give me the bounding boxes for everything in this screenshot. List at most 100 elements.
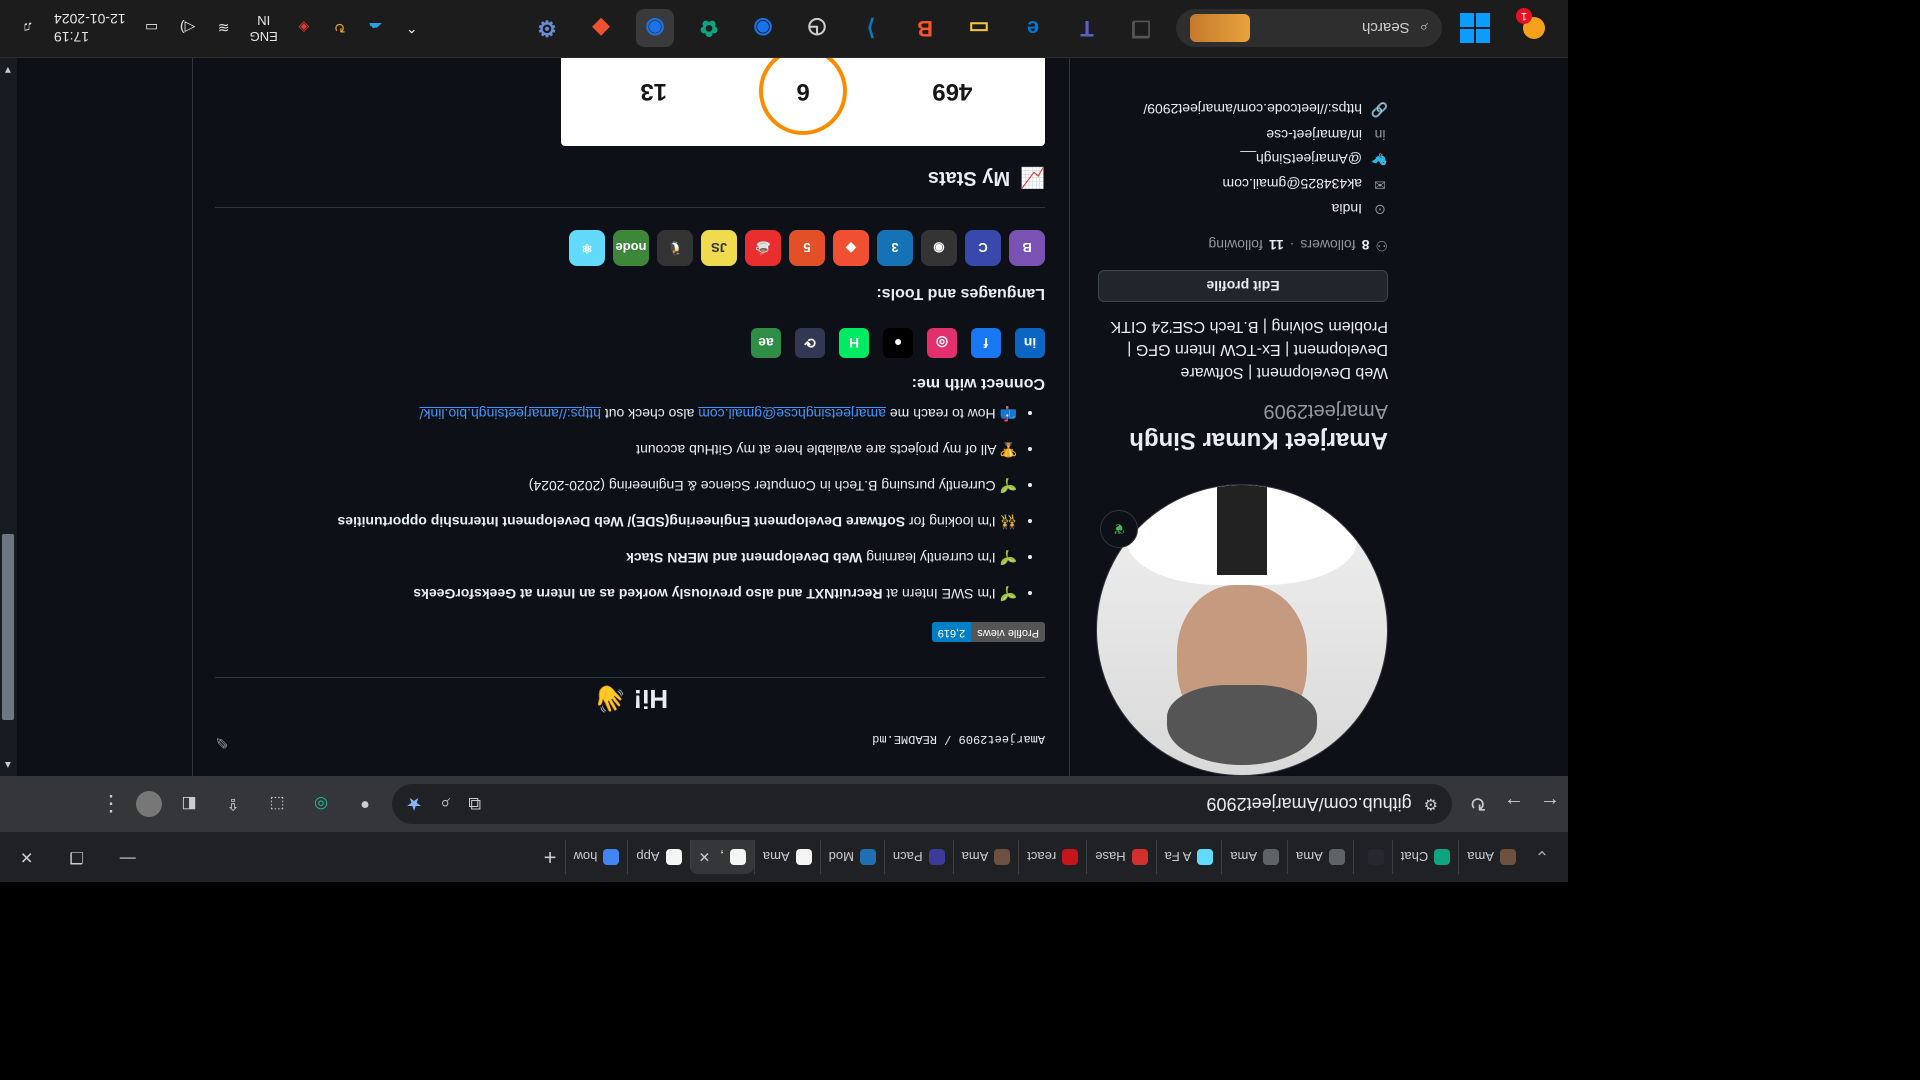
settings-app[interactable]: ⚙ xyxy=(528,9,566,47)
file-explorer-app[interactable]: ▭ xyxy=(960,9,998,47)
readme-path[interactable]: Amarjeet2909 / README.md xyxy=(872,732,1045,746)
taskbar-search[interactable]: ⌕ Search xyxy=(1176,9,1442,47)
teams-app[interactable]: T xyxy=(1068,9,1106,47)
instagram-icon[interactable]: ◎ xyxy=(927,328,957,358)
hackerrank-icon[interactable]: H xyxy=(839,328,869,358)
share-icon[interactable]: ⇪ xyxy=(216,787,250,821)
following-count[interactable]: 11 xyxy=(1269,238,1284,254)
css3-icon[interactable]: 3 xyxy=(877,230,913,266)
scroll-down-arrow-icon[interactable]: ▼ xyxy=(3,64,13,75)
react-icon[interactable]: ⚛ xyxy=(569,230,605,266)
install-app-icon[interactable]: ⧉ xyxy=(468,794,481,815)
following-label[interactable]: following xyxy=(1208,238,1262,254)
battery-icon[interactable]: ▭ xyxy=(142,18,162,38)
git-app[interactable]: ◆ xyxy=(582,9,620,47)
browser-tab[interactable]: A Fa xyxy=(1155,840,1222,874)
reload-button[interactable]: ↻ xyxy=(1460,786,1496,822)
website-link[interactable]: https://leetcode.com/amarjeet2909/ xyxy=(1143,102,1362,118)
edit-profile-button[interactable]: Edit profile xyxy=(1098,270,1388,302)
restore-icon[interactable]: ❐ xyxy=(69,847,83,867)
linkedin-link[interactable]: in/amarjeet-cse xyxy=(1266,127,1362,143)
minimize-icon[interactable]: — xyxy=(120,847,136,867)
site-info-icon[interactable]: ⚙ xyxy=(1424,794,1438,814)
browser-tab[interactable]: , ✕ xyxy=(689,840,754,874)
extension-grammarly-icon[interactable]: ◎ xyxy=(304,787,338,821)
browser-tab[interactable]: Ama xyxy=(952,840,1019,874)
email-link[interactable]: amarjeetsinghcse@gmail.com xyxy=(698,406,886,422)
profile-avatar[interactable] xyxy=(1096,484,1388,776)
browser-tab[interactable]: Ama xyxy=(1287,840,1353,874)
chrome-app[interactable]: ◉ xyxy=(744,9,782,47)
followers-count[interactable]: 8 xyxy=(1362,238,1370,254)
tab-search-button[interactable]: ⌄ xyxy=(1524,839,1560,875)
tab-favicon-icon xyxy=(1367,849,1384,865)
start-button[interactable] xyxy=(1460,13,1490,43)
browser-tab[interactable]: Mod xyxy=(819,840,884,874)
vscode-app[interactable]: ⟩ xyxy=(852,9,890,47)
browser-tab[interactable]: react xyxy=(1018,840,1087,874)
bookmark-star-icon[interactable]: ★ xyxy=(406,794,422,815)
address-bar[interactable]: ⚙ github.com/Amarjeet2909 ⧉ ⌕ ★ xyxy=(392,784,1452,824)
browser-menu-icon[interactable]: ⋮ xyxy=(100,791,122,817)
extension-mic-icon[interactable]: ● xyxy=(348,787,382,821)
volume-icon[interactable]: ◁) xyxy=(178,18,198,38)
scroll-up-arrow-icon[interactable]: ▲ xyxy=(3,759,13,770)
edge-app[interactable]: e xyxy=(1014,9,1052,47)
chatgpt-app[interactable]: ✿ xyxy=(690,9,728,47)
nodejs-icon[interactable]: node xyxy=(613,230,649,266)
java-icon[interactable]: ☕ xyxy=(745,230,781,266)
language-indicator[interactable]: ENG IN xyxy=(250,12,278,44)
scrollbar-thumb[interactable] xyxy=(2,534,14,720)
c-icon[interactable]: C xyxy=(965,230,1001,266)
html5-icon[interactable]: 5 xyxy=(789,230,825,266)
browser-tab[interactable]: Ama xyxy=(1221,840,1288,874)
brave-app[interactable]: B xyxy=(906,9,944,47)
browser-tab[interactable]: Ama xyxy=(1458,840,1524,874)
sync-icon[interactable]: ↻ xyxy=(330,18,350,38)
github-icon[interactable]: ● xyxy=(883,328,913,358)
browser-tab[interactable]: Hase xyxy=(1086,840,1156,874)
bookmark-red-icon[interactable]: ◈ xyxy=(294,18,314,38)
facebook-icon[interactable]: f xyxy=(971,328,1001,358)
browser-tab[interactable]: Chat xyxy=(1391,840,1459,874)
javascript-icon[interactable]: JS xyxy=(701,230,737,266)
browser-tab[interactable] xyxy=(1352,840,1392,874)
profile-avatar-icon[interactable] xyxy=(136,791,162,817)
geeksforgeeks-icon[interactable]: ae xyxy=(751,328,781,358)
circleci-icon[interactable]: ◉ xyxy=(921,230,957,266)
weather-widget[interactable]: 1 xyxy=(1514,8,1554,48)
linux-icon[interactable]: 🐧 xyxy=(657,230,693,266)
bootstrap-icon[interactable]: B xyxy=(1009,230,1045,266)
browser-tab[interactable]: App xyxy=(627,840,690,874)
followers-label[interactable]: followers xyxy=(1300,238,1355,254)
biolink-link[interactable]: https://amarjeetsingh.bio.link/ xyxy=(420,406,601,422)
address-url[interactable]: github.com/Amarjeet2909 xyxy=(499,794,1412,815)
wifi-icon[interactable]: ≋ xyxy=(214,18,234,38)
new-tab-button[interactable]: + xyxy=(544,844,557,870)
clock[interactable]: 17:19 12-01-2024 xyxy=(54,10,126,46)
edit-readme-pencil-icon[interactable]: ✎ xyxy=(215,732,228,752)
onedrive-icon[interactable]: ☁ xyxy=(366,18,386,38)
side-panel-icon[interactable]: ◧ xyxy=(172,787,206,821)
browser-tab[interactable]: Pacn xyxy=(883,840,953,874)
chrome-profile-app[interactable]: ◉ xyxy=(636,9,674,47)
screenshot-icon[interactable]: ⬚ xyxy=(260,787,294,821)
lens-search-icon[interactable]: ⌕ xyxy=(440,794,450,815)
clock-app[interactable]: ◷ xyxy=(798,9,836,47)
tab-close-icon[interactable]: ✕ xyxy=(699,849,711,866)
chevron-up-icon[interactable]: ⌃ xyxy=(402,18,422,38)
hackerearth-icon[interactable]: ⟳ xyxy=(795,328,825,358)
notification-bell-icon[interactable]: ♫ xyxy=(18,18,38,38)
linkedin-icon[interactable]: in xyxy=(1015,328,1045,358)
twitter-link[interactable]: @AmarjeetSingh__ xyxy=(1240,152,1362,168)
git-icon[interactable]: ◆ xyxy=(833,230,869,266)
forward-button[interactable]: → xyxy=(1496,786,1532,822)
back-button[interactable]: ← xyxy=(1532,786,1568,822)
page-scrollbar[interactable]: ▲ ▼ xyxy=(0,58,17,776)
status-emoji-button[interactable]: ❦ xyxy=(1100,510,1138,548)
browser-tab[interactable]: Ama xyxy=(753,840,820,874)
browser-tab[interactable]: how xyxy=(564,840,628,874)
task-view-app[interactable]: ❐ xyxy=(1122,9,1160,47)
email-link[interactable]: ak434825@gmail.com xyxy=(1222,177,1362,193)
close-icon[interactable]: ✕ xyxy=(20,847,33,867)
